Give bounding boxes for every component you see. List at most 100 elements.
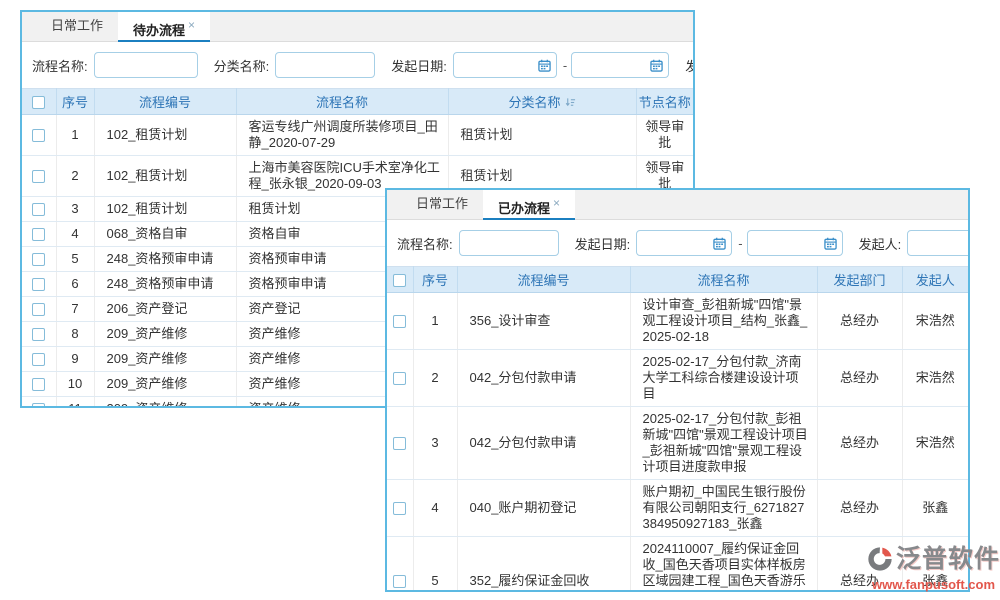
cell-no: 7 (56, 297, 94, 322)
column-header-no[interactable]: 序号 (413, 267, 457, 293)
cell-no: 9 (56, 347, 94, 372)
cell-no: 1 (413, 293, 457, 350)
cell-name: 2025-02-17_分包付款_济南大学工科综合楼建设设计项目 (630, 350, 817, 407)
date-range-separator: - (563, 58, 567, 73)
column-header-name[interactable]: 流程名称 (236, 89, 448, 115)
column-header-dept[interactable]: 发起部门 (817, 267, 902, 293)
column-header-node[interactable]: 节点名称 (636, 89, 693, 115)
row-select-cell (22, 372, 56, 397)
initiator-label: 发起人: (859, 234, 902, 253)
column-header-category[interactable]: 分类名称 (448, 89, 636, 115)
cell-no: 10 (56, 372, 94, 397)
select-all-checkbox[interactable] (393, 274, 406, 287)
row-checkbox[interactable] (393, 575, 406, 588)
table-row: 2042_分包付款申请2025-02-17_分包付款_济南大学工科综合楼建设设计… (387, 350, 968, 407)
calendar-icon[interactable] (824, 237, 837, 250)
row-checkbox[interactable] (32, 170, 45, 183)
cell-name: 账户期初_中国民生银行股份有限公司朝阳支行_627182738495092718… (630, 480, 817, 537)
row-select-cell (22, 222, 56, 247)
tab-label: 已办流程 (498, 201, 550, 216)
close-icon[interactable]: × (188, 18, 195, 32)
calendar-icon[interactable] (713, 237, 726, 250)
row-checkbox[interactable] (393, 502, 406, 515)
row-select-cell (22, 115, 56, 156)
row-checkbox[interactable] (32, 203, 45, 216)
date-to-field (571, 52, 669, 78)
row-checkbox[interactable] (393, 372, 406, 385)
column-header-code[interactable]: 流程编号 (457, 267, 630, 293)
tab-bar: 日常工作 待办流程× (22, 12, 693, 42)
row-checkbox[interactable] (32, 278, 45, 291)
calendar-icon[interactable] (538, 59, 551, 72)
column-header-no[interactable]: 序号 (56, 89, 94, 115)
row-select-cell (387, 293, 413, 350)
row-select-cell (22, 347, 56, 372)
cell-code: 209_资产维修 (94, 372, 236, 397)
row-checkbox[interactable] (32, 253, 45, 266)
fanpu-logo-icon (866, 542, 894, 576)
cell-category: 租赁计划 (448, 115, 636, 156)
cell-no: 3 (56, 197, 94, 222)
close-icon[interactable]: × (553, 196, 560, 210)
row-checkbox[interactable] (393, 315, 406, 328)
cell-code: 209_资产维修 (94, 347, 236, 372)
row-checkbox[interactable] (32, 403, 45, 408)
tab-daily-work[interactable]: 日常工作 (36, 12, 118, 41)
cell-name: 客运专线广州调度所装修项目_田静_2020-07-29 (236, 115, 448, 156)
cell-name: 设计审查_彭祖新城"四馆"景观工程设计项目_结构_张鑫_2025-02-18 (630, 293, 817, 350)
cell-code: 042_分包付款申请 (457, 407, 630, 480)
calendar-icon[interactable] (650, 59, 663, 72)
start-date-label: 发起日期: (391, 56, 447, 75)
cell-dept: 总经办 (817, 407, 902, 480)
row-select-cell (22, 322, 56, 347)
start-date-label: 发起日期: (575, 234, 631, 253)
sort-icon (565, 97, 576, 108)
cell-code: 209_资产维修 (94, 397, 236, 409)
filter-bar: 流程名称: 发起日期: - 发起人: (387, 220, 968, 266)
row-checkbox[interactable] (32, 228, 45, 241)
row-select-cell (387, 537, 413, 593)
row-select-cell (387, 407, 413, 480)
flow-name-label: 流程名称: (32, 56, 88, 75)
row-checkbox[interactable] (32, 129, 45, 142)
column-header-code[interactable]: 流程编号 (94, 89, 236, 115)
filter-bar: 流程名称: 分类名称: 发起日期: - 发 (22, 42, 693, 88)
row-checkbox[interactable] (32, 328, 45, 341)
flow-name-input[interactable] (94, 52, 198, 78)
tab-pending-flows[interactable]: 待办流程× (118, 12, 210, 42)
cell-no: 5 (413, 537, 457, 593)
select-all-checkbox[interactable] (32, 96, 45, 109)
row-checkbox[interactable] (32, 378, 45, 391)
initiator-input[interactable] (907, 230, 970, 256)
column-header-name[interactable]: 流程名称 (630, 267, 817, 293)
brand-name: 泛普软件 (896, 547, 1000, 572)
row-checkbox[interactable] (32, 303, 45, 316)
cell-no: 1 (56, 115, 94, 156)
row-checkbox[interactable] (393, 437, 406, 450)
flow-name-input[interactable] (459, 230, 559, 256)
cell-code: 042_分包付款申请 (457, 350, 630, 407)
cell-no: 11 (56, 397, 94, 409)
table-row: 1102_租赁计划客运专线广州调度所装修项目_田静_2020-07-29租赁计划… (22, 115, 693, 156)
cell-dept: 总经办 (817, 480, 902, 537)
cell-code: 209_资产维修 (94, 322, 236, 347)
category-name-input[interactable] (275, 52, 375, 78)
select-all-cell (387, 267, 413, 293)
column-header-person[interactable]: 发起人 (902, 267, 968, 293)
tab-label: 日常工作 (416, 196, 468, 211)
initiator-label-clipped: 发 (685, 56, 695, 75)
cell-person: 宋浩然 (902, 407, 968, 480)
cell-code: 040_账户期初登记 (457, 480, 630, 537)
tab-daily-work[interactable]: 日常工作 (401, 190, 483, 219)
row-select-cell (387, 480, 413, 537)
flow-name-label: 流程名称: (397, 234, 453, 253)
tab-done-flows[interactable]: 已办流程× (483, 190, 575, 220)
row-checkbox[interactable] (32, 353, 45, 366)
table-header-row: 序号 流程编号 流程名称 发起部门 发起人 (387, 267, 968, 293)
cell-code: 352_履约保证金回收 (457, 537, 630, 593)
cell-person: 宋浩然 (902, 293, 968, 350)
brand-url: www.fanpusoft.com (872, 578, 1000, 591)
date-from-field (636, 230, 732, 256)
date-from-field (453, 52, 557, 78)
cell-name: 2024110007_履约保证金回收_国色天香项目实体样板房区域园建工程_国色天… (630, 537, 817, 593)
